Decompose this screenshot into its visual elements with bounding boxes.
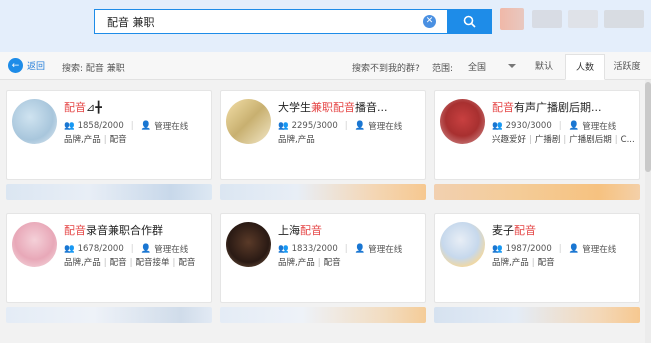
tab-default[interactable]: 默认	[524, 54, 564, 80]
not-found-link[interactable]: 搜索不到我的群?	[352, 61, 420, 74]
group-name: 上海配音	[278, 224, 322, 237]
group-name: 大学生兼职配音播音...	[278, 101, 388, 114]
group-tags: 兴趣爱好 | 广播剧 | 广播剧后期 | C...	[492, 135, 635, 145]
group-meta: 👥 1833/2000 | 👤 管理在线	[278, 244, 403, 255]
search-input[interactable]	[95, 10, 447, 33]
group-avatar	[12, 222, 57, 267]
group-name: 配音⊿╋	[64, 101, 102, 114]
blurred-row-strip	[434, 307, 640, 323]
search-info: 搜索: 配音 兼职	[62, 64, 125, 74]
group-avatar	[12, 99, 57, 144]
admin-icon: 👤	[354, 244, 366, 254]
admin-icon: 👤	[140, 244, 152, 254]
blurred-row-strip	[220, 307, 426, 323]
group-card[interactable]: 配音录音兼职合作群 👥 1678/2000 | 👤 管理在线 品牌,产品 | 配音 | 配音接单…	[6, 213, 212, 303]
blurred-profile-area	[500, 8, 524, 30]
tab-members[interactable]: 人数	[565, 54, 605, 80]
chevron-down-icon	[508, 64, 516, 68]
members-icon: 👥	[64, 121, 75, 131]
members-icon: 👥	[492, 244, 503, 254]
back-label: 返回	[27, 62, 46, 72]
search-icon	[463, 15, 476, 28]
search-button[interactable]	[447, 10, 491, 33]
blurred-row-strip	[220, 184, 426, 200]
blurred-row-strip	[434, 184, 640, 200]
group-tags: 品牌,产品	[278, 135, 315, 145]
blurred-row-strip	[6, 307, 212, 323]
range-value: 全国	[468, 62, 487, 73]
group-card[interactable]: 大学生兼职配音播音... 👥 2295/3000 | 👤 管理在线 品牌,产品	[220, 90, 426, 180]
group-card[interactable]: 上海配音 👥 1833/2000 | 👤 管理在线 品牌,产品 | 配音	[220, 213, 426, 303]
back-button[interactable]: ← 返回	[8, 58, 45, 73]
group-name: 配音录音兼职合作群	[64, 224, 163, 237]
group-card[interactable]: 配音⊿╋ 👥 1858/2000 | 👤 管理在线 品牌,产品 | 配音	[6, 90, 212, 180]
blurred-profile-area-4	[604, 10, 644, 28]
group-meta: 👥 2930/3000 | 👤 管理在线	[492, 121, 617, 132]
group-meta: 👥 2295/3000 | 👤 管理在线	[278, 121, 403, 132]
group-tags: 品牌,产品 | 配音	[64, 135, 127, 145]
group-card[interactable]: 麦子配音 👥 1987/2000 | 👤 管理在线 品牌,产品 | 配音	[434, 213, 640, 303]
blurred-row-strip	[6, 184, 212, 200]
top-bar: ✕	[0, 0, 651, 52]
group-tags: 品牌,产品 | 配音 | 配音接单 | 配音	[64, 258, 196, 268]
admin-icon: 👤	[568, 121, 580, 131]
members-icon: 👥	[278, 244, 289, 254]
members-icon: 👥	[492, 121, 503, 131]
admin-icon: 👤	[568, 244, 580, 254]
group-avatar	[226, 222, 271, 267]
group-avatar	[226, 99, 271, 144]
group-card[interactable]: 配音有声广播剧后期... 👥 2930/3000 | 👤 管理在线 兴趣爱好 | 广播剧 | 广…	[434, 90, 640, 180]
group-meta: 👥 1987/2000 | 👤 管理在线	[492, 244, 617, 255]
members-icon: 👥	[64, 244, 75, 254]
group-tags: 品牌,产品 | 配音	[278, 258, 341, 268]
range-select[interactable]: 全国	[462, 58, 522, 74]
back-arrow-icon: ←	[8, 58, 23, 73]
group-avatar	[440, 222, 485, 267]
members-icon: 👥	[278, 121, 289, 131]
clear-icon[interactable]: ✕	[423, 15, 436, 28]
scrollbar-thumb[interactable]	[645, 82, 651, 172]
group-tags: 品牌,产品 | 配音	[492, 258, 555, 268]
group-meta: 👥 1678/2000 | 👤 管理在线	[64, 244, 189, 255]
group-avatar	[440, 99, 485, 144]
tab-activity[interactable]: 活跃度	[606, 54, 648, 80]
admin-icon: 👤	[140, 121, 152, 131]
admin-icon: 👤	[354, 121, 366, 131]
group-name: 配音有声广播剧后期...	[492, 101, 602, 114]
group-meta: 👥 1858/2000 | 👤 管理在线	[64, 121, 189, 132]
range-label: 范围:	[432, 64, 454, 74]
blurred-profile-area-2	[532, 10, 562, 28]
blurred-profile-area-3	[568, 10, 598, 28]
group-name: 麦子配音	[492, 224, 536, 237]
search-box[interactable]: ✕	[94, 9, 492, 34]
